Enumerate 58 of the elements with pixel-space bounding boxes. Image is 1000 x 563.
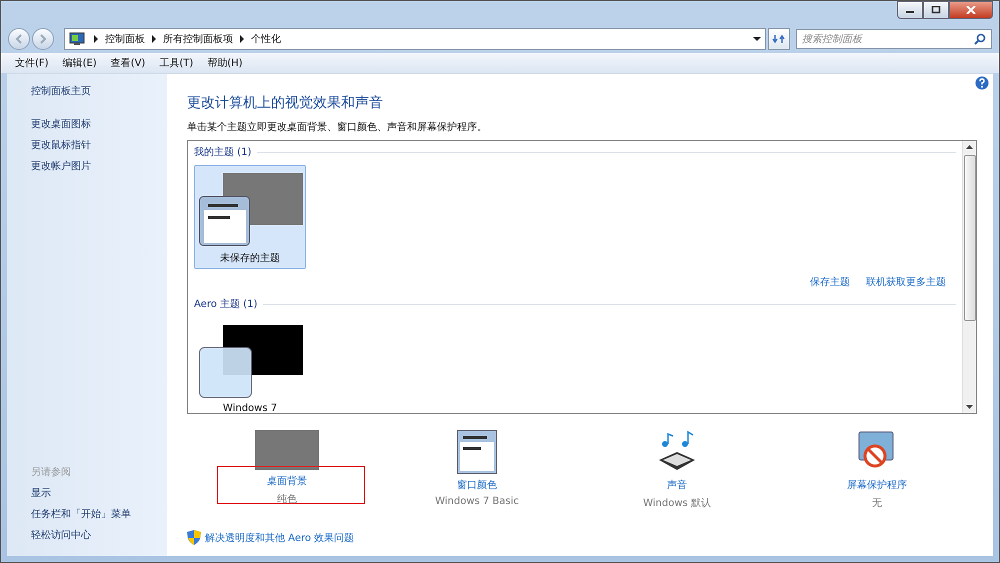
window-color-icon[interactable] <box>457 430 497 474</box>
setting-value: Windows 默认 <box>643 497 711 510</box>
scroll-up-icon[interactable] <box>966 145 973 149</box>
maximize-button[interactable] <box>923 1 949 19</box>
see-also-heading: 另请参阅 <box>31 466 72 479</box>
aero-help-link[interactable]: 解决透明度和其他 Aero 效果问题 <box>205 530 354 544</box>
sidebar-link[interactable]: 更改鼠标指针 <box>31 138 167 152</box>
menu-item[interactable]: 工具(T) <box>153 56 200 70</box>
menu-item[interactable]: 帮助(H) <box>201 56 249 70</box>
group-heading: 我的主题 (1) <box>194 146 252 159</box>
setting-link[interactable]: 声音 <box>667 478 687 492</box>
setting-link[interactable]: 屏幕保护程序 <box>847 478 907 492</box>
chevron-icon <box>239 35 245 43</box>
sidebar-link[interactable]: 控制面板主页 <box>31 84 167 98</box>
help-icon[interactable] <box>975 76 989 90</box>
theme-link[interactable]: 保存主题 <box>810 275 850 289</box>
sidebar-link[interactable]: 任务栏和「开始」菜单 <box>31 507 167 521</box>
setting-value: Windows 7 Basic <box>435 496 519 507</box>
chevron-icon <box>93 35 99 43</box>
search-input[interactable]: 搜索控制面板 <box>802 34 974 44</box>
wallpaper-thumbnail[interactable] <box>255 430 319 470</box>
menu-item[interactable]: 查看(V) <box>104 56 152 70</box>
setting-value: 无 <box>872 497 882 510</box>
refresh-button[interactable] <box>768 28 790 50</box>
sidebar-link[interactable]: 更改桌面图标 <box>31 117 167 131</box>
address-bar[interactable]: 控制面板 所有控制面板项 个性化 <box>64 28 766 50</box>
breadcrumb[interactable]: 个性化 <box>251 32 281 46</box>
scrollbar[interactable] <box>962 141 976 413</box>
dropdown-icon[interactable] <box>753 36 761 42</box>
menu-item[interactable]: 文件(F) <box>9 56 55 70</box>
chevron-icon <box>151 35 157 43</box>
page-title: 更改计算机上的视觉效果和声音 <box>187 94 384 112</box>
theme-name: Windows 7 <box>222 403 278 413</box>
breadcrumb[interactable]: 控制面板 <box>105 32 145 46</box>
breadcrumb[interactable]: 所有控制面板项 <box>163 32 233 46</box>
setting-link[interactable]: 桌面背景 <box>267 474 307 488</box>
scroll-down-icon[interactable] <box>966 405 973 409</box>
sidebar-link[interactable]: 更改帐户图片 <box>31 159 167 173</box>
search-field[interactable]: 搜索控制面板 <box>796 29 992 49</box>
refresh-icon <box>772 33 786 45</box>
maximize-icon <box>931 6 941 14</box>
group-heading: Aero 主题 (1) <box>194 298 258 311</box>
minimize-button[interactable] <box>897 1 923 19</box>
setting-link[interactable]: 窗口颜色 <box>457 478 497 492</box>
shield-icon <box>187 530 201 545</box>
theme-name: 未保存的主题 <box>220 252 280 265</box>
close-icon <box>966 6 976 14</box>
theme-link[interactable]: 联机获取更多主题 <box>866 275 946 289</box>
search-icon <box>974 33 986 45</box>
theme-tile[interactable]: Windows 7 <box>194 317 306 413</box>
close-button[interactable] <box>949 1 993 19</box>
theme-tile[interactable]: 未保存的主题 <box>194 165 306 269</box>
setting-value: 纯色 <box>277 493 297 506</box>
control-panel-icon <box>69 32 85 46</box>
sidebar-link[interactable]: 轻松访问中心 <box>31 528 167 542</box>
sidebar-link[interactable]: 显示 <box>31 486 167 500</box>
page-description: 单击某个主题立即更改桌面背景、窗口颜色、声音和屏幕保护程序。 <box>187 120 488 134</box>
menu-item[interactable]: 编辑(E) <box>56 56 103 70</box>
